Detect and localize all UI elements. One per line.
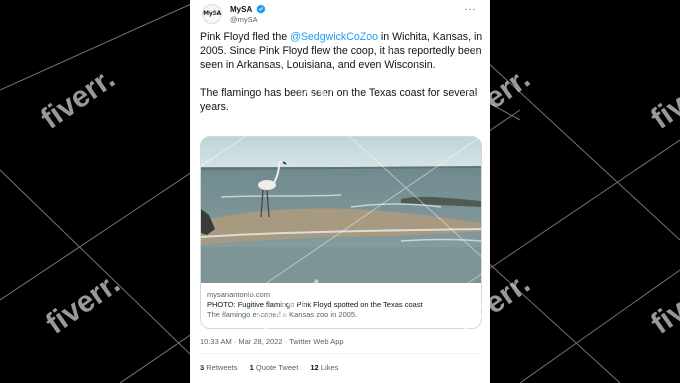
likes-label: Likes [320,363,339,372]
tweet-paragraph-1: Pink Floyd fled the @SedgwickCoZoo in Wi… [200,30,485,72]
handle[interactable]: @mySA [230,15,258,24]
retweets-stat[interactable]: 3 Retweets [200,363,238,372]
display-name[interactable]: MySA [230,5,252,14]
avatar[interactable]: MySA [202,4,222,24]
card-description: The flamingo escaped a Kansas zoo in 200… [207,310,358,319]
tweet-paragraph-2: The flamingo has been seen on the Texas … [200,87,478,113]
watermark-text: fiverr. [35,62,121,136]
tweet-card: MySA MySA @mySA ··· Pink Floyd fled the … [190,0,490,383]
mention-link[interactable]: @SedgwickCoZoo [290,31,378,43]
retweets-count: 3 [200,363,205,372]
watermark-text: fiverr. [645,267,680,341]
likes-stat[interactable]: 12 Likes [310,363,338,372]
watermark-text: fiverr. [40,267,126,341]
verified-badge-icon [256,4,266,14]
tweet-text-part: Pink Floyd fled the [200,31,291,43]
quote-tweets-stat[interactable]: 1 Quote Tweet [250,363,299,372]
card-meta: mysanantonio.com PHOTO: Fugitive flaming… [207,290,477,320]
quotes-count: 1 [249,363,254,372]
divider [200,353,480,354]
flamingo-photo [201,137,481,283]
tweet-timestamp[interactable]: 10:33 AM · Mar 28, 2022 · Twitter Web Ap… [200,337,344,346]
avatar-logo: MySA [203,10,221,17]
quotes-label: Quote Tweet [255,363,299,372]
card-domain: mysanantonio.com [207,290,270,299]
likes-count: 12 [310,363,319,372]
retweets-label: Retweets [206,363,238,372]
more-options-icon[interactable]: ··· [465,4,477,15]
watermark-text: fiverr. [645,62,680,136]
card-title: PHOTO: Fugitive flamingo Pink Floyd spot… [207,300,423,309]
tweet-header: MySA MySA @mySA ··· [200,4,480,26]
link-preview-card[interactable]: mysanantonio.com PHOTO: Fugitive flaming… [200,136,482,329]
tweet-stats: 3 Retweets 1 Quote Tweet 12 Likes [200,363,348,372]
tweet-text: Pink Floyd fled the @SedgwickCoZoo in Wi… [200,30,485,128]
